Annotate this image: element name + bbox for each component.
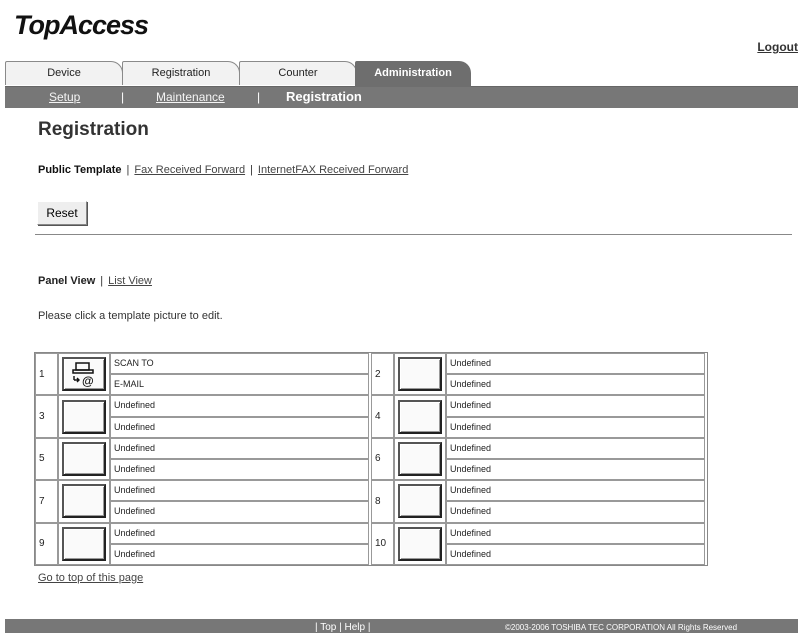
subnav-separator: |: [121, 90, 125, 104]
svg-text:@: @: [82, 374, 94, 388]
scan-to-email-icon[interactable]: @: [62, 357, 106, 392]
template-number: 8: [371, 480, 394, 523]
fax-received-forward-link[interactable]: Fax Received Forward: [134, 164, 245, 176]
template-number: 4: [371, 395, 394, 438]
template-name-line: Undefined: [446, 480, 705, 502]
empty-template-icon[interactable]: [398, 357, 442, 392]
template-name-line: Undefined: [446, 353, 705, 375]
template-name-line: Undefined: [110, 395, 369, 417]
empty-template-icon[interactable]: [398, 441, 442, 476]
subnav-setup[interactable]: Setup: [49, 90, 80, 104]
template-number: 3: [35, 395, 58, 438]
template-number: 5: [35, 437, 58, 481]
topaccess-logo: TopAccess: [14, 10, 149, 40]
template-name-line: Undefined: [446, 459, 705, 481]
template-name-line: Undefined: [110, 416, 369, 438]
footer-bar: | Top | Help | ©2003-2006 TOSHIBA TEC CO…: [5, 619, 798, 633]
template-panel-grid: 1 @ SCAN TO E-MAIL 2 Undefined Undefined 3 Undef…: [34, 352, 708, 566]
template-picture-button[interactable]: [394, 395, 446, 438]
divider: [35, 234, 792, 235]
template-type-links: Public Template | Fax Received Forward | Int…: [38, 164, 409, 176]
template-name-line: Undefined: [446, 395, 705, 417]
template-picture-button[interactable]: [58, 522, 110, 565]
panel-view-label: Panel View: [38, 275, 96, 287]
go-to-top-link[interactable]: Go to top of this page: [38, 572, 143, 584]
empty-template-icon[interactable]: [62, 399, 106, 434]
tab-device[interactable]: Device: [5, 61, 123, 85]
template-picture-button[interactable]: [394, 437, 446, 481]
template-name-line: Undefined: [446, 374, 705, 396]
footer-top-link[interactable]: Top: [320, 622, 336, 633]
template-name-line: Undefined: [446, 437, 705, 459]
tab-counter[interactable]: Counter: [239, 61, 357, 85]
template-picture-button[interactable]: [58, 480, 110, 523]
reset-button[interactable]: Reset: [37, 201, 87, 225]
template-number: 7: [35, 480, 58, 523]
template-name-line: SCAN TO: [110, 353, 369, 375]
logout-link[interactable]: Logout: [757, 40, 798, 54]
view-links: Panel View | List View: [38, 275, 152, 287]
template-picture-button[interactable]: [394, 353, 446, 396]
page-title: Registration: [38, 119, 149, 140]
template-number: 2: [371, 353, 394, 396]
template-name-line: Undefined: [110, 543, 369, 565]
copyright-text: ©2003-2006 TOSHIBA TEC CORPORATION All R…: [505, 623, 738, 632]
template-name-line: E-MAIL: [110, 374, 369, 396]
template-name-line: Undefined: [446, 543, 705, 565]
tab-registration[interactable]: Registration: [122, 61, 240, 85]
empty-template-icon[interactable]: [398, 399, 442, 434]
template-name-line: Undefined: [446, 416, 705, 438]
scan-to-email-glyph: @: [72, 362, 94, 388]
template-picture-button[interactable]: [58, 437, 110, 481]
template-picture-button[interactable]: @: [58, 353, 110, 396]
subnav-maintenance[interactable]: Maintenance: [156, 90, 225, 104]
empty-template-icon[interactable]: [398, 484, 442, 519]
subnav-registration: Registration: [286, 89, 362, 104]
template-name-line: Undefined: [446, 501, 705, 523]
empty-template-icon[interactable]: [62, 484, 106, 519]
main-tabs: Device Registration Counter Administrati…: [5, 61, 798, 87]
template-picture-button[interactable]: [394, 522, 446, 565]
template-name-line: Undefined: [110, 480, 369, 502]
template-name-line: Undefined: [110, 501, 369, 523]
template-name-line: Undefined: [110, 459, 369, 481]
empty-template-icon[interactable]: [62, 441, 106, 476]
subnav-separator: |: [257, 90, 261, 104]
instruction-text: Please click a template picture to edit.: [38, 310, 223, 322]
internetfax-received-forward-link[interactable]: InternetFAX Received Forward: [258, 164, 408, 176]
template-picture-button[interactable]: [58, 395, 110, 438]
empty-template-icon[interactable]: [398, 526, 442, 561]
public-template-label: Public Template: [38, 164, 122, 176]
template-picture-button[interactable]: [394, 480, 446, 523]
template-number: 6: [371, 437, 394, 481]
empty-template-icon[interactable]: [62, 526, 106, 561]
list-view-link[interactable]: List View: [108, 275, 152, 287]
template-name-line: Undefined: [110, 437, 369, 459]
template-number: 10: [371, 522, 394, 565]
template-number: 9: [35, 522, 58, 565]
template-name-line: Undefined: [110, 522, 369, 544]
footer-help-link[interactable]: Help: [344, 622, 365, 633]
template-name-line: Undefined: [446, 522, 705, 544]
tab-administration[interactable]: Administration: [355, 61, 471, 87]
sub-navigation: Setup | Maintenance | Registration: [5, 87, 798, 108]
template-number: 1: [35, 353, 58, 396]
